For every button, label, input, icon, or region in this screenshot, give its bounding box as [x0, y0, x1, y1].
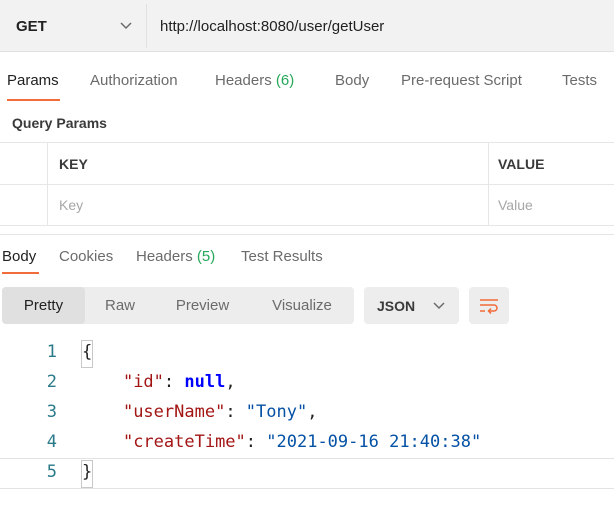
tab-response-headers-label: Headers	[136, 248, 193, 265]
url-input[interactable]	[147, 4, 614, 48]
code-text: }	[82, 462, 93, 482]
code-text: {	[82, 342, 93, 362]
table-col-divider-value	[488, 142, 489, 226]
chevron-down-icon	[433, 301, 445, 309]
wrap-lines-icon	[480, 298, 498, 314]
tab-authorization[interactable]: Authorization	[90, 72, 178, 89]
method-label: GET	[16, 17, 47, 35]
tab-headers[interactable]: Headers (6)	[215, 72, 294, 89]
value-header: VALUE	[498, 156, 545, 172]
line-number: 5	[46, 462, 57, 482]
raw-button[interactable]: Raw	[85, 287, 155, 324]
code-text: "id": null,	[122, 372, 236, 392]
key-header: KEY	[59, 156, 88, 172]
url-bar: GET	[0, 0, 614, 52]
chevron-down-icon	[120, 22, 132, 30]
query-params-title: Query Params	[12, 115, 107, 131]
key-input[interactable]	[59, 194, 479, 216]
json-key: "createTime"	[122, 432, 246, 452]
code-text: "createTime": "2021-09-16 21:40:38"	[122, 432, 482, 452]
line-number: 3	[46, 402, 57, 422]
request-tabs: Params Authorization Headers (6) Body Pr…	[0, 66, 614, 102]
pane-divider	[0, 234, 614, 235]
visualize-button[interactable]: Visualize	[250, 287, 354, 324]
method-select[interactable]: GET	[0, 4, 146, 48]
active-line-bottom	[0, 488, 614, 489]
table-border-top	[0, 142, 614, 143]
line-number: 4	[46, 432, 57, 452]
json-key: "userName"	[122, 402, 226, 422]
format-select[interactable]: JSON	[364, 287, 459, 324]
preview-button[interactable]: Preview	[155, 287, 250, 324]
response-tab-indicator	[2, 272, 39, 274]
code-line: 2 "id": null,	[0, 368, 614, 398]
pretty-button[interactable]: Pretty	[2, 287, 85, 324]
response-headers-count: (5)	[196, 248, 216, 265]
table-col-divider-checkbox	[47, 142, 48, 226]
table-border-bottom	[0, 225, 614, 226]
tab-tests[interactable]: Tests	[562, 72, 597, 89]
line-number: 1	[46, 342, 57, 362]
value-input[interactable]	[498, 194, 608, 216]
json-key: "id"	[122, 372, 164, 392]
tab-response-headers[interactable]: Headers (5)	[136, 248, 215, 265]
json-value: null	[184, 372, 226, 392]
active-tab-indicator	[7, 99, 60, 101]
code-text: "userName": "Tony",	[122, 402, 318, 422]
tab-headers-label: Headers	[215, 72, 272, 89]
json-value: "Tony"	[245, 402, 308, 422]
view-mode-segment: Pretty Raw Preview Visualize	[2, 287, 354, 324]
wrap-lines-button[interactable]	[469, 287, 509, 324]
format-label: JSON	[377, 297, 416, 314]
line-number: 2	[46, 372, 57, 392]
tab-response-body[interactable]: Body	[2, 248, 36, 265]
table-row-divider	[0, 184, 614, 185]
tab-params[interactable]: Params	[7, 72, 59, 89]
code-line: 1 {	[0, 338, 614, 368]
code-line: 5 }	[0, 458, 614, 488]
tab-cookies[interactable]: Cookies	[59, 248, 113, 265]
tab-test-results[interactable]: Test Results	[241, 248, 323, 265]
tab-body[interactable]: Body	[335, 72, 369, 89]
json-value: "2021-09-16 21:40:38"	[266, 432, 482, 452]
headers-count: (6)	[275, 72, 295, 89]
code-line: 4 "createTime": "2021-09-16 21:40:38"	[0, 428, 614, 458]
tab-pre-request-script[interactable]: Pre-request Script	[401, 72, 522, 89]
query-params-table: KEY VALUE	[0, 142, 614, 226]
code-line: 3 "userName": "Tony",	[0, 398, 614, 428]
